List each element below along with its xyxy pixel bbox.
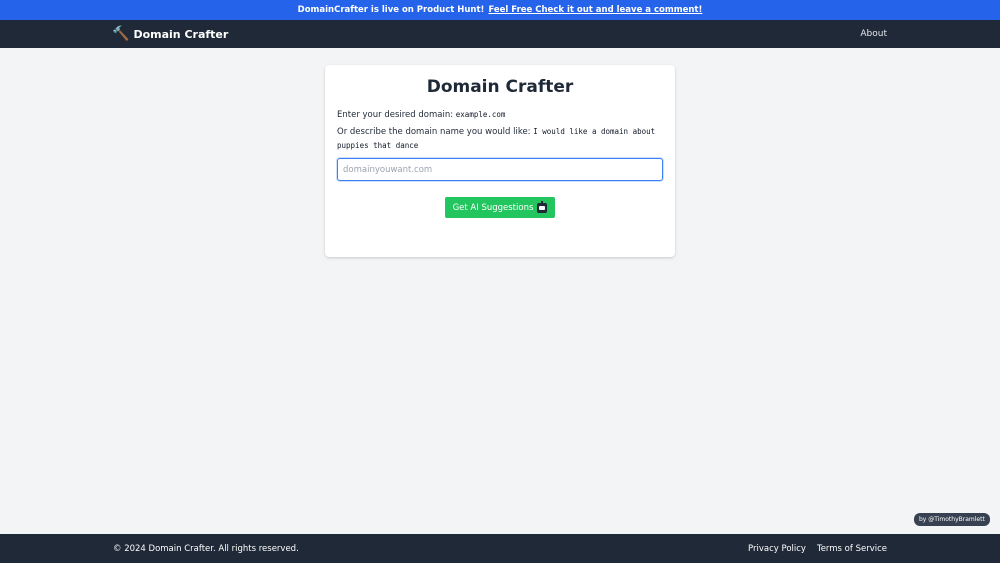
copyright-text: © 2024 Domain Crafter. All rights reserv…: [113, 543, 299, 554]
banner-text: DomainCrafter is live on Product Hunt!: [297, 5, 485, 15]
brand-link[interactable]: 🔨 Domain Crafter: [112, 20, 228, 48]
instruction-describe: Or describe the domain name you would li…: [337, 125, 663, 153]
instruction-domain-example: example.com: [455, 110, 506, 119]
navbar: 🔨 Domain Crafter About: [0, 20, 1000, 48]
privacy-policy-link[interactable]: Privacy Policy: [748, 544, 806, 554]
ai-button-label: Get AI Suggestions: [452, 202, 534, 213]
instruction-domain-label: Enter your desired domain:: [337, 110, 454, 120]
footer-links: Privacy Policy Terms of Service: [748, 534, 887, 563]
nav-about-link[interactable]: About: [860, 20, 887, 48]
page-title: Domain Crafter: [426, 77, 574, 97]
brand-name: Domain Crafter: [133, 27, 229, 41]
domain-input[interactable]: [337, 158, 663, 181]
get-ai-suggestions-button[interactable]: Get AI Suggestions: [445, 197, 555, 218]
hammer-icon: 🔨: [112, 26, 130, 42]
footer: © 2024 Domain Crafter. All rights reserv…: [0, 534, 1000, 563]
instruction-domain: Enter your desired domain: example.com: [337, 108, 663, 122]
terms-of-service-link[interactable]: Terms of Service: [817, 544, 887, 554]
robot-icon: [537, 200, 548, 213]
instruction-describe-label: Or describe the domain name you would li…: [337, 127, 531, 137]
author-credit-badge[interactable]: by @TimothyBramlett: [914, 513, 990, 526]
banner-link[interactable]: Feel Free Check it out and leave a comme…: [488, 5, 702, 15]
announcement-banner: DomainCrafter is live on Product Hunt! F…: [0, 0, 1000, 20]
